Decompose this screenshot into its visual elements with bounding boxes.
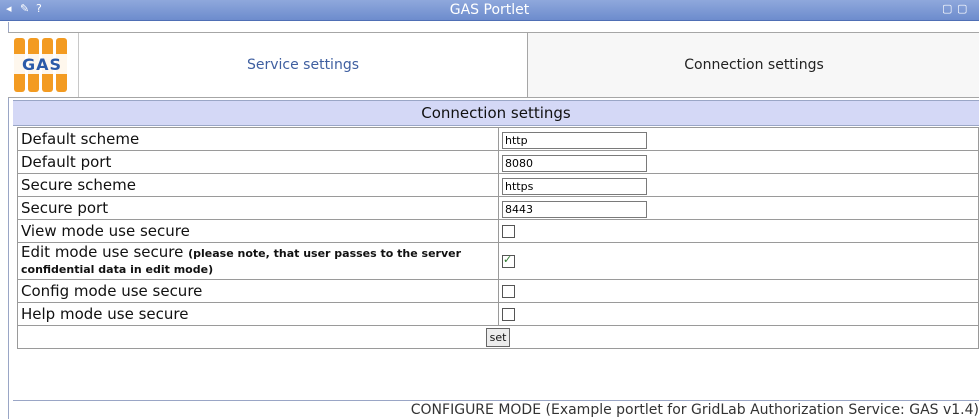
help-mode-secure-checkbox[interactable] — [502, 308, 515, 321]
svg-text:GAS: GAS — [22, 55, 62, 74]
default-port-input[interactable] — [502, 154, 647, 172]
gas-logo: GAS — [10, 36, 76, 94]
secure-port-input[interactable] — [502, 200, 647, 218]
connection-settings-table: Default scheme Default port Secure schem… — [17, 127, 979, 349]
edit-mode-secure-checkbox[interactable] — [502, 253, 515, 268]
view-mode-secure-checkbox[interactable] — [502, 225, 515, 238]
config-mode-secure-checkbox[interactable] — [502, 285, 515, 298]
table-row: Secure scheme — [17, 173, 979, 197]
table-row: Help mode use secure — [17, 302, 979, 326]
secure-port-label: Secure port — [17, 196, 499, 220]
status-bar: CONFIGURE MODE (Example portlet for Grid… — [13, 400, 979, 420]
default-port-label: Default port — [17, 150, 499, 174]
window-titlebar: ◂ ✎ ? GAS Portlet ▢ ▢ — [0, 0, 979, 21]
secure-scheme-input[interactable] — [502, 177, 647, 195]
tab-bar: GAS Service settings Connection settings — [8, 32, 979, 98]
default-scheme-label: Default scheme — [17, 127, 499, 151]
section-title: Connection settings — [13, 100, 979, 126]
button-row: set — [17, 325, 979, 349]
view-mode-secure-label: View mode use secure — [17, 219, 499, 243]
window-title: GAS Portlet — [449, 2, 530, 18]
set-button[interactable]: set — [485, 328, 511, 347]
help-mode-secure-label: Help mode use secure — [17, 302, 499, 326]
default-scheme-input[interactable] — [502, 131, 647, 149]
tab-service-settings[interactable]: Service settings — [78, 33, 527, 97]
table-row: Config mode use secure — [17, 279, 979, 303]
table-row: Default port — [17, 150, 979, 174]
secure-scheme-label: Secure scheme — [17, 173, 499, 197]
minimize-icon[interactable]: ▢ — [942, 2, 952, 16]
maximize-icon[interactable]: ▢ — [957, 2, 967, 16]
config-mode-secure-label: Config mode use secure — [17, 279, 499, 303]
tab-connection-settings[interactable]: Connection settings — [527, 33, 979, 97]
table-row: Secure port — [17, 196, 979, 220]
table-row: Default scheme — [17, 127, 979, 151]
edit-mode-secure-label: Edit mode use secure — [21, 243, 184, 261]
table-row: Edit mode use secure (please note, that … — [17, 242, 979, 280]
table-row: View mode use secure — [17, 219, 979, 243]
